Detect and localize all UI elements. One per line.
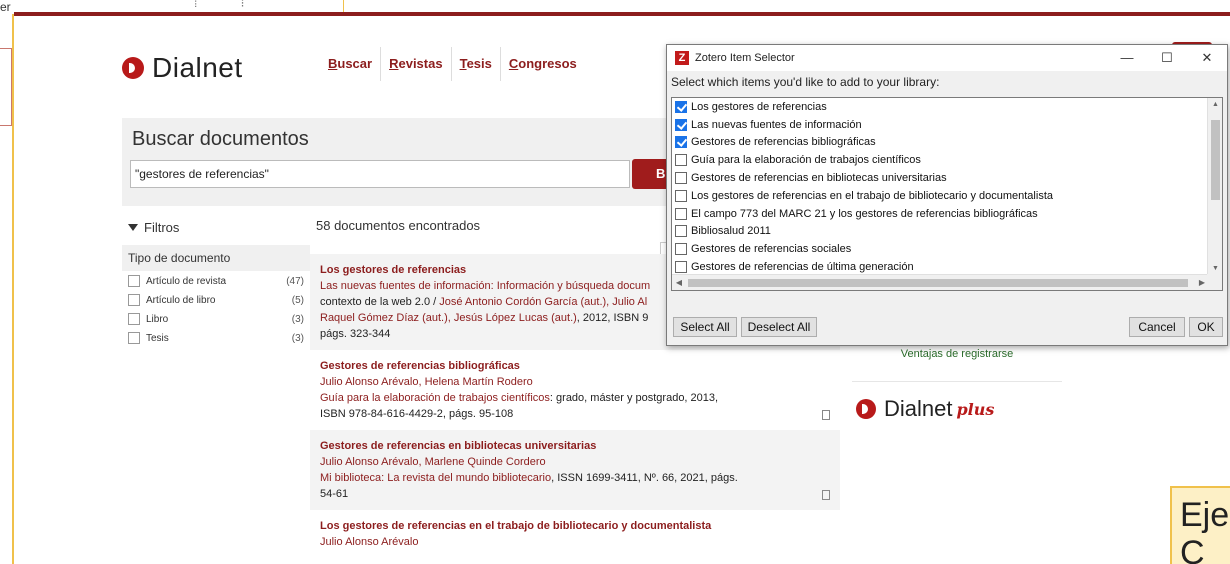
dialnet-logo-icon <box>122 57 144 79</box>
dialog-titlebar[interactable]: Z Zotero Item Selector — ☐ ✕ <box>667 45 1227 71</box>
selector-item[interactable]: Guía para la elaboración de trabajos cie… <box>672 151 1222 169</box>
selector-item[interactable]: Gestores de referencias sociales <box>672 240 1222 258</box>
cancel-button[interactable]: Cancel <box>1129 317 1185 337</box>
nav-buscar[interactable]: Buscar <box>320 47 382 81</box>
selector-item-label: Bibliosalud 2011 <box>691 225 771 238</box>
filters-title: Filtros <box>144 220 180 235</box>
result-item: Gestores de referencias bibliográficas J… <box>310 350 840 430</box>
filter-icon <box>128 224 138 231</box>
scroll-up-icon[interactable]: ▲ <box>1208 98 1222 112</box>
selector-item-label: Guía para la elaboración de trabajos cie… <box>691 154 921 167</box>
deselect-all-button[interactable]: Deselect All <box>741 317 817 337</box>
filters-type-label: Tipo de documento <box>122 245 310 271</box>
slide-caption-box: Eje C <box>1170 486 1230 564</box>
zotero-icon: Z <box>675 51 689 65</box>
outer-top-strip: ⁞ ⁝ <box>14 0 344 12</box>
selector-item-label: Las nuevas fuentes de información <box>691 118 862 131</box>
window-controls: — ☐ ✕ <box>1107 45 1227 71</box>
unchecked-checkbox[interactable] <box>675 261 687 274</box>
slide-caption-text: Eje C <box>1180 496 1230 564</box>
top-nav: Buscar Revistas Tesis Congresos <box>320 46 585 82</box>
selector-item-label: Gestores de referencias sociales <box>691 243 852 256</box>
dialog-title: Zotero Item Selector <box>695 52 795 64</box>
selector-item[interactable]: Los gestores de referencias <box>672 98 1222 116</box>
unchecked-checkbox[interactable] <box>675 207 687 220</box>
result-meta: 54-61 <box>320 488 349 500</box>
nav-tesis[interactable]: Tesis <box>452 47 501 81</box>
maximize-icon[interactable]: ☐ <box>1147 45 1187 71</box>
selector-item-label: Los gestores de referencias en el trabaj… <box>691 189 1053 202</box>
search-input[interactable] <box>130 160 630 188</box>
outer-left-box <box>0 48 12 126</box>
filters-header: Filtros <box>122 206 310 245</box>
result-source: Mi biblioteca: La revista del mundo bibl… <box>320 472 738 484</box>
selector-item[interactable]: Gestores de referencias bibliográficas <box>672 134 1222 152</box>
outer-left-text: er <box>0 0 11 14</box>
search-title: Buscar documentos <box>132 128 309 150</box>
scroll-corner <box>1207 274 1222 290</box>
checked-checkbox[interactable] <box>675 100 687 113</box>
result-title[interactable]: Gestores de referencias bibliográficas <box>320 358 830 374</box>
select-all-button[interactable]: Select All <box>673 317 737 337</box>
scroll-thumb[interactable] <box>688 279 1188 287</box>
close-icon[interactable]: ✕ <box>1187 45 1227 71</box>
selector-item-label: Gestores de referencias bibliográficas <box>691 136 876 149</box>
items-list: Los gestores de referencias Las nuevas fu… <box>672 98 1222 290</box>
right-sidebar: Ventajas de registrarse Dialnet plus <box>852 336 1062 422</box>
filter-checkbox[interactable] <box>128 313 140 325</box>
ok-button[interactable]: OK <box>1189 317 1223 337</box>
vertical-scrollbar[interactable]: ▲ ▼ <box>1207 98 1222 276</box>
filter-libro[interactable]: Libro (3) <box>122 309 310 328</box>
filter-checkbox[interactable] <box>128 275 140 287</box>
selector-item-label: Los gestores de referencias <box>691 100 827 113</box>
result-meta: ISBN 978-84-616-4429-2, págs. 95-108 <box>320 408 514 420</box>
result-title[interactable]: Gestores de referencias en bibliotecas u… <box>320 438 830 454</box>
scroll-thumb[interactable] <box>1211 120 1220 200</box>
nav-congresos[interactable]: Congresos <box>501 47 585 81</box>
dialnet-logo-text: Dialnet <box>152 52 243 83</box>
horizontal-scrollbar[interactable]: ◀ ▶ <box>672 274 1209 290</box>
dialnet-logo[interactable]: Dialnet <box>122 52 243 84</box>
selector-item-label: Gestores de referencias en bibliotecas u… <box>691 172 947 185</box>
unchecked-checkbox[interactable] <box>675 189 687 202</box>
minimize-icon[interactable]: — <box>1107 45 1147 71</box>
items-listbox: Los gestores de referencias Las nuevas fu… <box>671 97 1223 291</box>
outer-top-glyph: ⁞ ⁝ <box>194 0 265 10</box>
selector-item[interactable]: El campo 773 del MARC 21 y los gestores … <box>672 205 1222 223</box>
selector-item[interactable]: Los gestores de referencias en el trabaj… <box>672 187 1222 205</box>
result-source: Guía para la elaboración de trabajos cie… <box>320 392 719 404</box>
filters-panel: Filtros Tipo de documento Artículo de re… <box>122 206 310 347</box>
filter-tesis[interactable]: Tesis (3) <box>122 328 310 347</box>
filter-articulo-revista[interactable]: Artículo de revista (47) <box>122 271 310 290</box>
selector-item[interactable]: Gestores de referencias en bibliotecas u… <box>672 169 1222 187</box>
dialnet-plus-icon <box>856 399 876 419</box>
result-authors[interactable]: Julio Alonso Arévalo, Helena Martín Rode… <box>320 374 830 390</box>
filter-articulo-libro[interactable]: Artículo de libro (5) <box>122 290 310 309</box>
result-authors[interactable]: Julio Alonso Arévalo, Marlene Quinde Cor… <box>320 454 830 470</box>
zotero-item-selector-dialog: Z Zotero Item Selector — ☐ ✕ Select whic… <box>666 44 1228 346</box>
selector-item-label: Gestores de referencias de última genera… <box>691 261 914 274</box>
unchecked-checkbox[interactable] <box>675 172 687 185</box>
selector-item-label: El campo 773 del MARC 21 y los gestores … <box>691 207 1038 220</box>
result-item: Los gestores de referencias en el trabaj… <box>310 510 840 558</box>
unchecked-checkbox[interactable] <box>675 154 687 167</box>
result-title[interactable]: Los gestores de referencias en el trabaj… <box>320 518 830 534</box>
scroll-left-icon[interactable]: ◀ <box>672 275 686 290</box>
filter-checkbox[interactable] <box>128 294 140 306</box>
result-item: Gestores de referencias en bibliotecas u… <box>310 430 840 510</box>
document-icon[interactable] <box>822 490 830 500</box>
result-authors[interactable]: Julio Alonso Arévalo <box>320 534 830 550</box>
document-icon[interactable] <box>822 410 830 420</box>
unchecked-checkbox[interactable] <box>675 225 687 238</box>
nav-revistas[interactable]: Revistas <box>381 47 452 81</box>
dialnet-plus-logo[interactable]: Dialnet plus <box>852 396 1062 422</box>
filter-checkbox[interactable] <box>128 332 140 344</box>
selector-item[interactable]: Bibliosalud 2011 <box>672 223 1222 241</box>
dialog-prompt: Select which items you'd like to add to … <box>667 71 1227 93</box>
checked-checkbox[interactable] <box>675 136 687 149</box>
unchecked-checkbox[interactable] <box>675 243 687 256</box>
selector-item[interactable]: Las nuevas fuentes de información <box>672 116 1222 134</box>
checked-checkbox[interactable] <box>675 118 687 131</box>
